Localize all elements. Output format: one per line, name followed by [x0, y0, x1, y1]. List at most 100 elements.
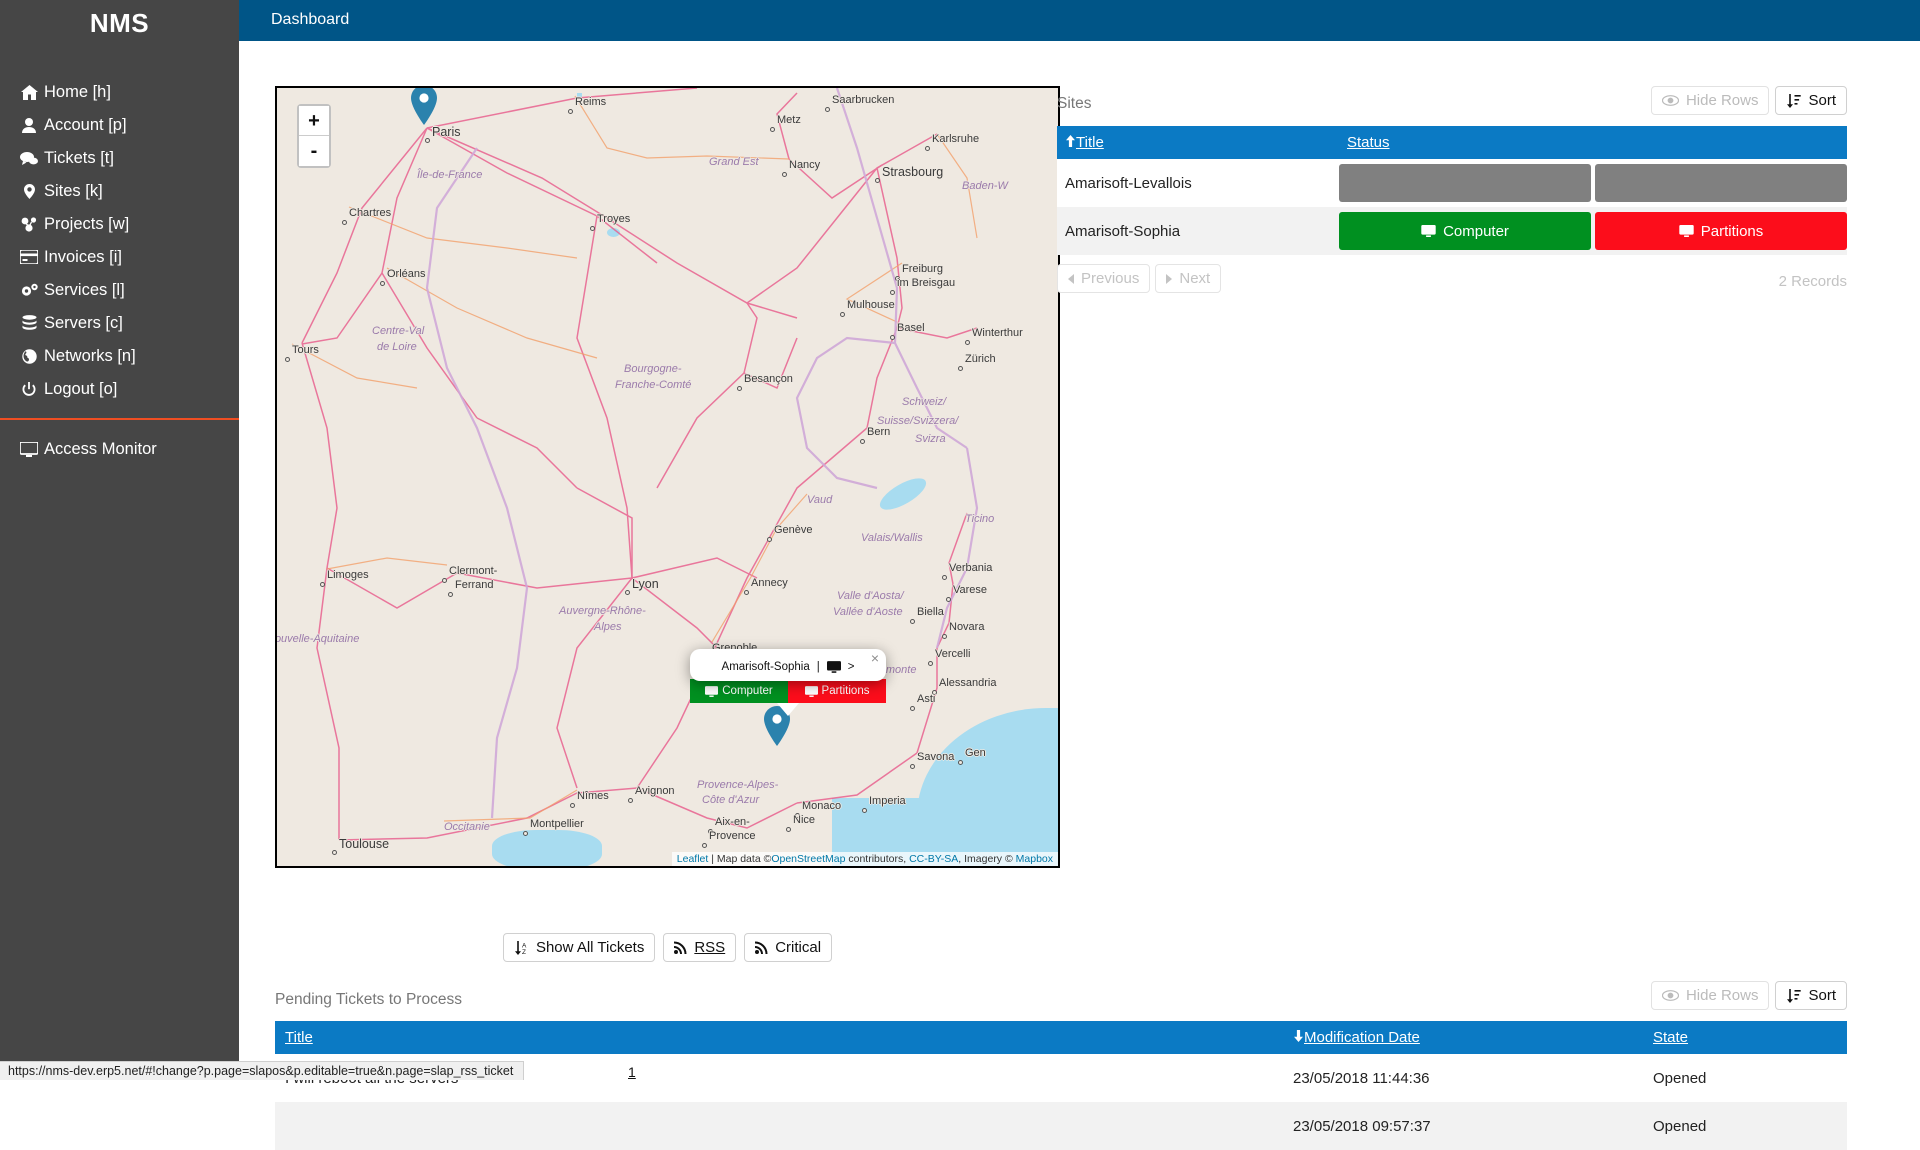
- zoom-in-button[interactable]: +: [299, 106, 329, 136]
- table-header-row: Title Modification Date State: [275, 1021, 1847, 1054]
- map-city-dot: [782, 172, 787, 177]
- map-marker-levallois[interactable]: [411, 86, 437, 125]
- status-bar-url: https://nms-dev.erp5.net/#!change?p.page…: [0, 1061, 524, 1080]
- map-city-dot: [442, 578, 447, 583]
- map-place-label: Alpes: [594, 621, 622, 633]
- next-button[interactable]: Next: [1155, 264, 1221, 293]
- popup-partitions-button[interactable]: Partitions: [788, 679, 886, 703]
- map-city-dot: [925, 146, 930, 151]
- map-place-label: Ticino: [965, 513, 994, 525]
- page-number[interactable]: 1: [628, 1064, 636, 1080]
- sidebar-item-servers[interactable]: Servers [c]: [0, 307, 239, 340]
- next-label: Next: [1179, 270, 1210, 287]
- sidebar-item-sites[interactable]: Sites [k]: [0, 175, 239, 208]
- main-content: ReimsSaarbruckenMetzKarlsruheParisStrasb…: [239, 41, 1920, 1080]
- map-city-dot: [965, 340, 970, 345]
- browser-status-bar: https://nms-dev.erp5.net/#!change?p.page…: [0, 1059, 1920, 1080]
- rss-button[interactable]: RSS: [663, 933, 736, 962]
- sidebar-item-services[interactable]: Services [l]: [0, 274, 239, 307]
- sidebar-item-account[interactable]: Account [p]: [0, 109, 239, 142]
- sites-col-title[interactable]: Title: [1057, 126, 1339, 159]
- leaflet-link[interactable]: Leaflet: [677, 853, 709, 865]
- map-popup[interactable]: × Amarisoft-Sophia | > Computer: [690, 649, 886, 716]
- map-city-dot: [744, 590, 749, 595]
- ticket-date-cell: 23/05/2018 09:57:37: [1285, 1102, 1645, 1150]
- map-place-label: Besançon: [744, 373, 793, 385]
- map-place-label: Karlsruhe: [932, 133, 979, 145]
- map-popup-chevron[interactable]: >: [848, 661, 855, 673]
- sidebar-item-projects[interactable]: Projects [w]: [0, 208, 239, 241]
- site-partitions-button[interactable]: Partitions: [1595, 212, 1847, 250]
- desktop-icon: [1679, 225, 1694, 237]
- table-row[interactable]: Amarisoft-Sophia Computer: [1057, 207, 1847, 255]
- ticket-state-cell: Opened: [1645, 1102, 1847, 1150]
- map-place-label: Chartres: [349, 207, 391, 219]
- zoom-out-button[interactable]: -: [299, 136, 329, 166]
- sites-panel-actions: Hide Rows Sort: [1651, 86, 1847, 115]
- tickets-col-date[interactable]: Modification Date: [1285, 1021, 1645, 1054]
- project-diagram-icon: [14, 217, 44, 232]
- eye-icon: [1662, 95, 1679, 106]
- map-city-dot: [320, 582, 325, 587]
- show-all-tickets-button[interactable]: AZ Show All Tickets: [503, 933, 655, 962]
- map-place-label: Reims: [575, 96, 606, 108]
- site-status-cell: [1339, 159, 1847, 207]
- map-place-label: Gen: [965, 747, 986, 759]
- sidebar-item-access-monitor[interactable]: Access Monitor: [0, 433, 239, 466]
- sidebar-item-networks[interactable]: Networks [n]: [0, 340, 239, 373]
- tickets-col-state[interactable]: State: [1645, 1021, 1847, 1054]
- close-icon[interactable]: ×: [871, 651, 879, 665]
- table-row[interactable]: Amarisoft-Levallois: [1057, 159, 1847, 207]
- critical-rss-button[interactable]: Critical: [744, 933, 832, 962]
- sidebar-item-label: Projects [w]: [44, 215, 129, 234]
- previous-button[interactable]: Previous: [1057, 264, 1150, 293]
- rss-icon: [674, 941, 687, 954]
- osm-link[interactable]: OpenStreetMap: [771, 853, 845, 865]
- sites-sort-label: Sort: [1808, 92, 1836, 109]
- globe-icon: [14, 349, 44, 364]
- map-place-label: Orléans: [387, 268, 426, 280]
- sidebar-item-label: Account [p]: [44, 116, 127, 135]
- table-row[interactable]: 23/05/2018 09:57:37 Opened: [275, 1102, 1847, 1150]
- sidebar-item-invoices[interactable]: Invoices [i]: [0, 241, 239, 274]
- popup-button-label: Computer: [722, 685, 773, 697]
- popup-computer-button[interactable]: Computer: [690, 679, 788, 703]
- sort-asc-arrow-icon: [1065, 135, 1076, 147]
- tickets-sort-button[interactable]: Sort: [1775, 981, 1847, 1010]
- site-status-button[interactable]: [1595, 164, 1847, 202]
- sites-panel: Sites Hide Rows Sort: [1057, 86, 1847, 304]
- desktop-icon: [14, 442, 44, 457]
- tickets-hide-rows-button[interactable]: Hide Rows: [1651, 981, 1770, 1010]
- site-computer-button[interactable]: Computer: [1339, 212, 1591, 250]
- sidebar-item-home[interactable]: Home [h]: [0, 76, 239, 109]
- map-place-label: Nouvelle-Aquitaine: [275, 633, 359, 645]
- map-place-label: Lyon: [632, 577, 659, 591]
- app-brand: NMS: [0, 0, 239, 38]
- mapbox-link[interactable]: Mapbox: [1016, 853, 1053, 865]
- sites-map[interactable]: ReimsSaarbruckenMetzKarlsruheParisStrasb…: [275, 86, 1060, 868]
- license-link[interactable]: CC-BY-SA: [909, 853, 958, 865]
- sites-table-head: Title Status: [1057, 126, 1847, 159]
- map-place-label: Zürich: [965, 353, 996, 365]
- sites-pager-buttons: Previous Next: [1057, 264, 1847, 293]
- sidebar-item-label: Sites [k]: [44, 182, 103, 201]
- ticket-title-cell: [275, 1102, 1285, 1150]
- tickets-table-head: Title Modification Date State: [275, 1021, 1847, 1054]
- ticket-toolbar: AZ Show All Tickets RSS Critical: [275, 933, 1060, 962]
- map-place-label: Winterthur: [972, 327, 1023, 339]
- sidebar-item-tickets[interactable]: Tickets [t]: [0, 142, 239, 175]
- sites-sort-button[interactable]: Sort: [1775, 86, 1847, 115]
- map-city-dot: [448, 592, 453, 597]
- map-city-dot: [285, 357, 290, 362]
- attrib-contributors: contributors,: [845, 853, 909, 865]
- sidebar-item-logout[interactable]: Logout [o]: [0, 373, 239, 406]
- site-status-button[interactable]: [1339, 164, 1591, 202]
- tickets-col-title[interactable]: Title: [275, 1021, 1285, 1054]
- map-zoom-control[interactable]: + -: [297, 104, 331, 168]
- desktop-icon: [805, 686, 818, 697]
- sites-hide-rows-button[interactable]: Hide Rows: [1651, 86, 1770, 115]
- map-city-dot: [910, 706, 915, 711]
- map-city-dot: [860, 439, 865, 444]
- map-city-dot: [786, 827, 791, 832]
- sites-col-status[interactable]: Status: [1339, 126, 1847, 159]
